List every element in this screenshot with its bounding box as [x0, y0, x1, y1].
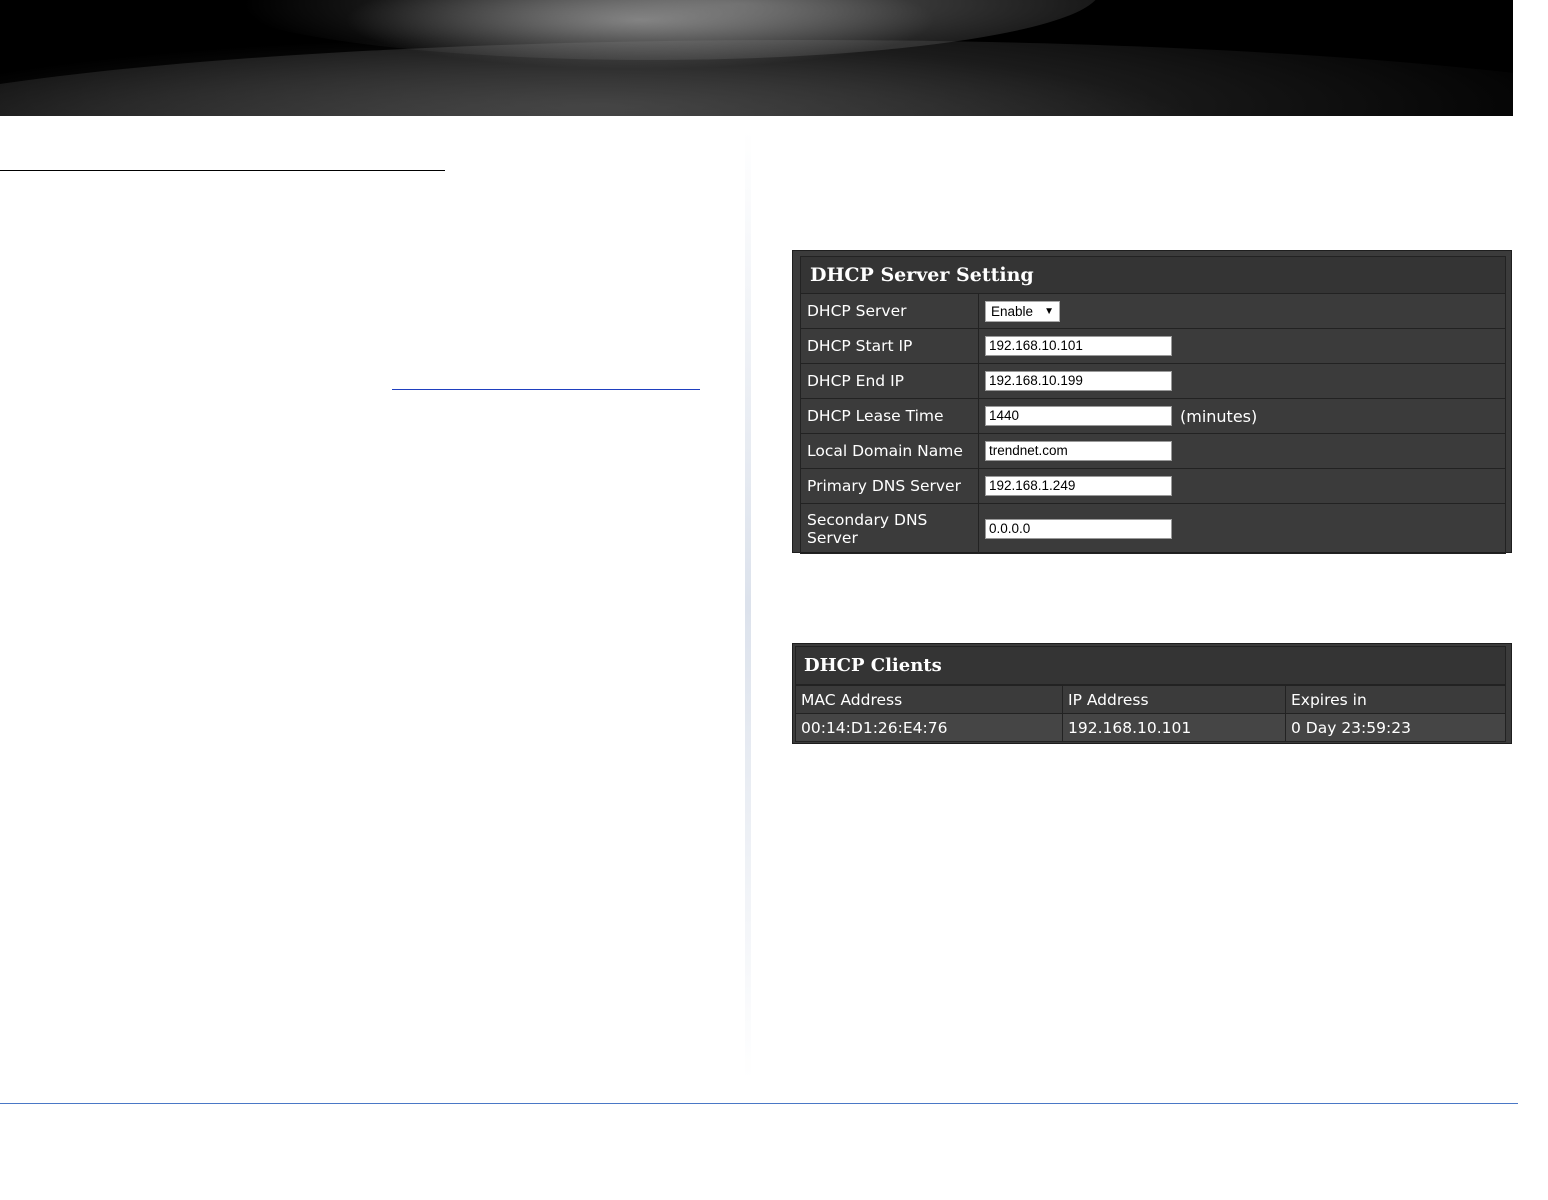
dhcp-end-ip-input[interactable]: 192.168.10.199	[985, 371, 1172, 391]
header-banner	[0, 0, 1513, 116]
column-header-expires: Expires in	[1285, 685, 1506, 714]
section-heading-underline	[0, 170, 445, 171]
cell-expires-in: 0 Day 23:59:23	[1285, 713, 1506, 742]
field-label: Primary DNS Server	[801, 469, 979, 503]
local-domain-name-row: Local Domain Name trendnet.com	[800, 434, 1506, 469]
field-value-cell: 192.168.10.199	[979, 364, 1505, 398]
dhcp-start-ip-input[interactable]: 192.168.10.101	[985, 336, 1172, 356]
column-divider	[745, 130, 751, 1080]
field-value-cell: 0.0.0.0	[979, 504, 1505, 553]
primary-dns-row: Primary DNS Server 192.168.1.249	[800, 469, 1506, 504]
dhcp-lease-time-input[interactable]: 1440	[985, 406, 1172, 426]
field-value-cell: 192.168.10.101	[979, 329, 1505, 363]
field-label: Secondary DNS Server	[801, 504, 979, 553]
field-label: DHCP Start IP	[801, 329, 979, 363]
cell-mac-address: 00:14:D1:26:E4:76	[795, 713, 1063, 742]
chevron-down-icon: ▼	[1044, 305, 1054, 317]
panel-title: DHCP Clients	[795, 646, 1506, 685]
dhcp-server-setting-panel: DHCP Server Setting DHCP Server Enable ▼…	[792, 250, 1512, 554]
secondary-dns-input[interactable]: 0.0.0.0	[985, 518, 1172, 539]
table-header-row: MAC Address IP Address Expires in	[795, 685, 1506, 714]
dhcp-start-ip-row: DHCP Start IP 192.168.10.101	[800, 329, 1506, 364]
dhcp-end-ip-row: DHCP End IP 192.168.10.199	[800, 364, 1506, 399]
dhcp-server-row: DHCP Server Enable ▼	[800, 294, 1506, 329]
field-label: Local Domain Name	[801, 434, 979, 468]
field-value-cell: Enable ▼	[979, 294, 1505, 328]
primary-dns-input[interactable]: 192.168.1.249	[985, 476, 1172, 496]
hyperlink-underline[interactable]	[392, 389, 700, 390]
field-value-cell: 1440 (minutes)	[979, 399, 1505, 433]
manual-page: DHCP Server Setting DHCP Server Enable ▼…	[0, 0, 1548, 1200]
dhcp-clients-table: MAC Address IP Address Expires in 00:14:…	[795, 685, 1506, 742]
panel-title: DHCP Server Setting	[800, 256, 1506, 294]
column-header-mac: MAC Address	[795, 685, 1063, 714]
field-label: DHCP Server	[801, 294, 979, 328]
footer-divider	[0, 1103, 1518, 1104]
local-domain-name-input[interactable]: trendnet.com	[985, 441, 1172, 461]
dhcp-lease-time-row: DHCP Lease Time 1440 (minutes)	[800, 399, 1506, 434]
lease-time-unit: (minutes)	[1180, 406, 1258, 426]
dhcp-server-select[interactable]: Enable ▼	[985, 300, 1060, 322]
column-header-ip: IP Address	[1062, 685, 1286, 714]
dhcp-clients-panel: DHCP Clients MAC Address IP Address Expi…	[792, 643, 1512, 744]
cell-ip-address: 192.168.10.101	[1062, 713, 1286, 742]
field-value-cell: 192.168.1.249	[979, 469, 1505, 503]
field-label: DHCP End IP	[801, 364, 979, 398]
secondary-dns-row: Secondary DNS Server 0.0.0.0	[800, 504, 1506, 554]
field-value-cell: trendnet.com	[979, 434, 1505, 468]
field-label: DHCP Lease Time	[801, 399, 979, 433]
table-row: 00:14:D1:26:E4:76 192.168.10.101 0 Day 2…	[795, 713, 1506, 742]
select-value: Enable	[991, 303, 1034, 319]
